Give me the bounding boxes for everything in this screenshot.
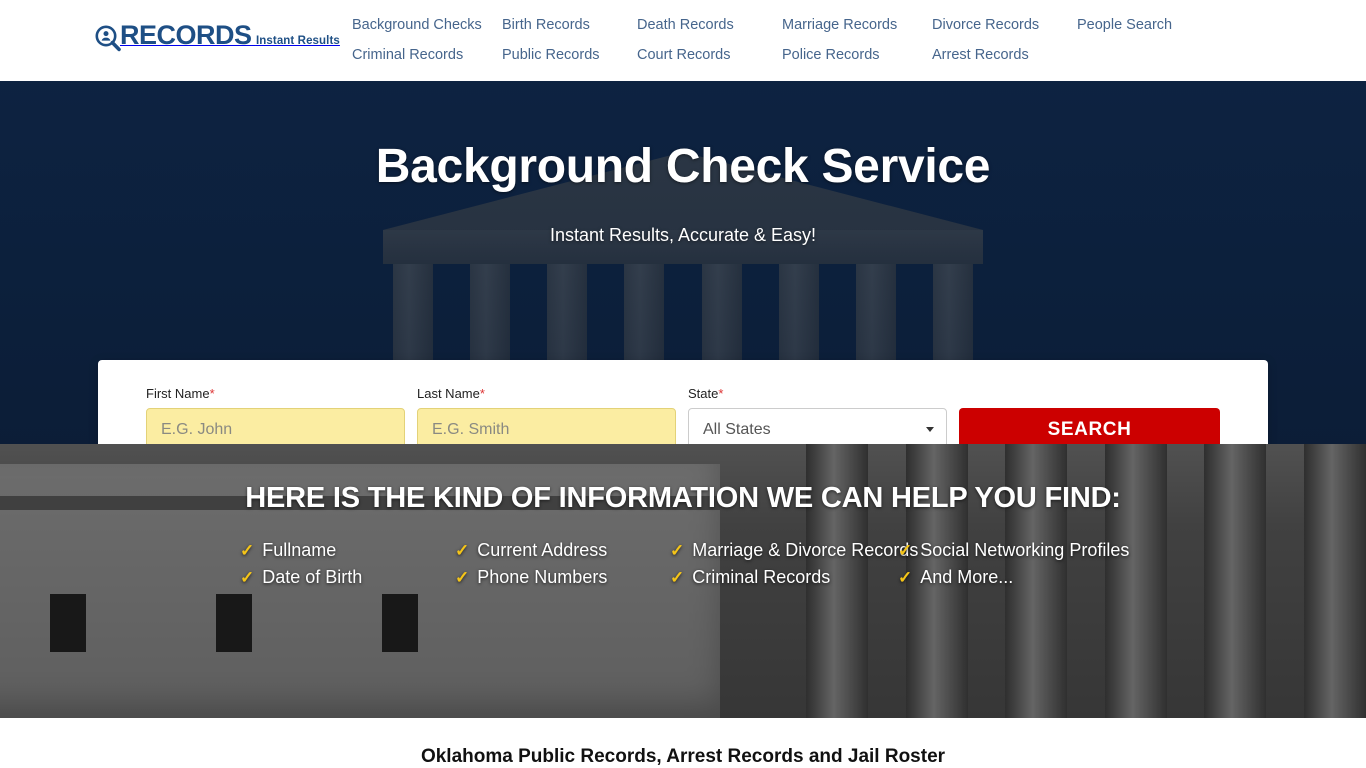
- site-header: RECORDS Instant Results Background Check…: [0, 0, 1366, 81]
- last-name-input[interactable]: [417, 408, 676, 444]
- nav-item-birth-records[interactable]: Birth Records: [502, 17, 637, 33]
- check-icon: ✓: [898, 568, 913, 587]
- background-check-search-form: First Name* Last Name* State* All States…: [146, 386, 1220, 444]
- nav-item-background-checks[interactable]: Background Checks: [352, 17, 502, 33]
- info-check-item: ✓ Phone Numbers: [455, 564, 670, 591]
- nav-item-police-records[interactable]: Police Records: [782, 47, 932, 63]
- nav-item-divorce-records[interactable]: Divorce Records: [932, 17, 1077, 33]
- logo-wordmark: RECORDS: [120, 20, 252, 50]
- info-checklist-column-1: ✓ Fullname ✓ Date of Birth: [240, 537, 455, 591]
- first-name-field-group: First Name*: [146, 386, 405, 444]
- info-checklist-column-2: ✓ Current Address ✓ Phone Numbers: [455, 537, 670, 591]
- nav-item-marriage-records[interactable]: Marriage Records: [782, 17, 932, 33]
- search-form-card: First Name* Last Name* State* All States…: [98, 360, 1268, 444]
- info-check-item: ✓ Criminal Records: [670, 564, 898, 591]
- nav-item-death-records[interactable]: Death Records: [637, 17, 782, 33]
- main-navigation: Background Checks Birth Records Death Re…: [352, 10, 1222, 70]
- required-marker: *: [718, 386, 724, 401]
- nav-item-criminal-records[interactable]: Criminal Records: [352, 47, 502, 63]
- last-name-label: Last Name*: [417, 386, 485, 401]
- info-check-item: ✓ Date of Birth: [240, 564, 455, 591]
- hero-subtitle: Instant Results, Accurate & Easy!: [549, 225, 817, 245]
- nav-item-public-records[interactable]: Public Records: [502, 47, 637, 63]
- info-check-item: ✓ Fullname: [240, 537, 455, 564]
- info-check-item: ✓ Social Networking Profiles: [898, 537, 1129, 564]
- check-icon: ✓: [670, 568, 685, 587]
- article-section: Oklahoma Public Records, Arrest Records …: [0, 718, 1366, 768]
- last-name-field-group: Last Name*: [417, 386, 676, 444]
- check-icon: ✓: [240, 568, 255, 587]
- page-title: Background Check Service: [375, 140, 991, 193]
- state-label: State*: [688, 386, 724, 401]
- info-checklist-column-3: ✓ Marriage & Divorce Records ✓ Criminal Re…: [670, 537, 918, 591]
- info-checklist-column-4: ✓ Social Networking Profiles ✓ And More...: [898, 537, 1129, 591]
- check-icon: ✓: [898, 541, 913, 560]
- magnifier-person-icon: [93, 24, 123, 59]
- info-check-item: ✓ Marriage & Divorce Records: [670, 537, 918, 564]
- nav-item-court-records[interactable]: Court Records: [637, 47, 782, 63]
- first-name-label: First Name*: [146, 386, 215, 401]
- check-icon: ✓: [240, 541, 255, 560]
- check-icon: ✓: [455, 541, 470, 560]
- state-field-group: State* All States: [688, 386, 947, 444]
- site-logo[interactable]: RECORDS Instant Results: [93, 22, 340, 59]
- logo-tagline: Instant Results: [255, 35, 340, 47]
- nav-item-people-search[interactable]: People Search: [1077, 17, 1197, 33]
- info-content: HERE IS THE KIND OF INFORMATION WE CAN H…: [0, 444, 1366, 591]
- state-select[interactable]: All States: [688, 408, 947, 444]
- info-check-item: ✓ And More...: [898, 564, 1126, 591]
- check-icon: ✓: [455, 568, 470, 587]
- article-title: Oklahoma Public Records, Arrest Records …: [420, 746, 946, 767]
- required-marker: *: [479, 386, 485, 401]
- first-name-input[interactable]: [146, 408, 405, 444]
- info-checklist-grid: ✓ Fullname ✓ Date of Birth ✓ Current Addres…: [0, 537, 1366, 591]
- nav-row-primary: Background Checks Birth Records Death Re…: [352, 10, 1222, 40]
- required-marker: *: [209, 386, 215, 401]
- search-button[interactable]: SEARCH: [959, 408, 1220, 444]
- hero-content: Background Check Service Instant Results…: [0, 81, 1366, 246]
- check-icon: ✓: [670, 541, 685, 560]
- hero-section: Background Check Service Instant Results…: [0, 81, 1366, 444]
- nav-item-arrest-records[interactable]: Arrest Records: [932, 47, 1077, 63]
- info-heading: HERE IS THE KIND OF INFORMATION WE CAN H…: [245, 482, 1121, 514]
- information-highlights-section: HERE IS THE KIND OF INFORMATION WE CAN H…: [0, 444, 1366, 718]
- info-check-item: ✓ Current Address: [455, 537, 670, 564]
- nav-row-secondary: Criminal Records Public Records Court Re…: [352, 40, 1222, 70]
